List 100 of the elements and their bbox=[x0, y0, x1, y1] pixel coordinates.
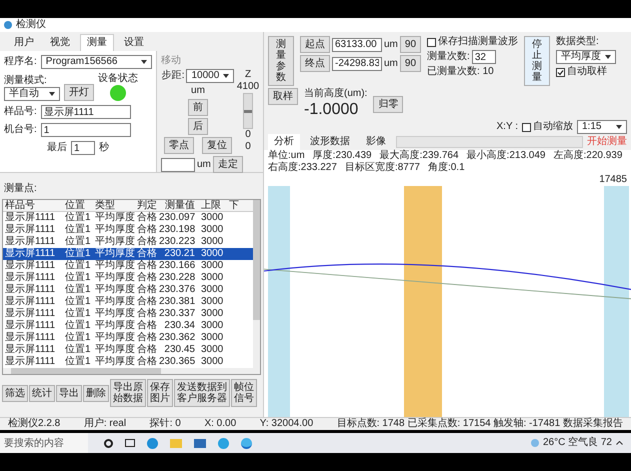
table-row[interactable]: 显示屏1111 位置1 平均厚度 合格 230.228 3000 bbox=[3, 272, 253, 284]
action-button[interactable]: 导出原始数据 bbox=[110, 379, 146, 407]
back-button[interactable]: 后 bbox=[188, 118, 208, 135]
table-row[interactable]: 显示屏1111 位置1 平均厚度 合格 230.337 3000 bbox=[3, 308, 253, 320]
stat-text: 目标区宽度:8777 bbox=[344, 162, 420, 174]
table-cell-text: 3000 bbox=[200, 248, 224, 260]
reset-button[interactable]: 复位 bbox=[202, 137, 232, 154]
program-select[interactable]: Program156566 bbox=[40, 55, 152, 69]
table-cell-text: 合格 bbox=[136, 224, 158, 236]
sample-button[interactable]: 取样 bbox=[268, 88, 298, 105]
chevron-up-icon[interactable] bbox=[616, 441, 623, 445]
data-type-select[interactable]: 平均厚度 bbox=[556, 50, 616, 64]
table-cell-text: 平均厚度 bbox=[94, 344, 135, 356]
coordinate-input[interactable]: 63133.00 bbox=[332, 38, 382, 52]
mode-select[interactable]: 半自动 bbox=[4, 87, 60, 101]
field-label: 测量模式: bbox=[4, 75, 48, 87]
task-view-icon[interactable] bbox=[125, 439, 135, 447]
step-select[interactable]: 10000 bbox=[186, 69, 234, 83]
save-wave-checkbox[interactable]: 保存扫描测量波形 bbox=[427, 36, 518, 48]
action-button[interactable]: 删除 bbox=[83, 384, 109, 402]
forward-button[interactable]: 前 bbox=[188, 99, 208, 116]
light-button[interactable]: 开灯 bbox=[64, 84, 94, 101]
zero-button[interactable]: 归零 bbox=[373, 96, 404, 113]
table-cell-text: 显示屏1111 bbox=[4, 344, 56, 356]
table-row[interactable]: 显示屏1111 位置1 平均厚度 合格 230.198 3000 bbox=[3, 224, 253, 236]
table-row[interactable]: 显示屏1111 位置1 平均厚度 合格 230.097 3000 bbox=[3, 212, 253, 224]
table-row[interactable]: 显示屏1111 位置1 平均厚度 合格 230.365 3000 bbox=[3, 356, 253, 368]
slider-thumb[interactable] bbox=[244, 110, 252, 112]
params-button[interactable]: 测量参数 bbox=[268, 36, 294, 86]
table-cell-text: 合格 bbox=[136, 356, 158, 368]
axis-value: 0 bbox=[245, 141, 251, 153]
search-field[interactable]: 要搜索的内容 bbox=[0, 433, 88, 453]
checkbox-icon[interactable] bbox=[522, 122, 531, 132]
table-row[interactable]: 显示屏1111 位置1 平均厚度 合格 230.223 3000 bbox=[3, 236, 253, 248]
table-cell-text: 平均厚度 bbox=[94, 248, 135, 260]
table-cell-text: 3000 bbox=[200, 284, 224, 296]
status-text: X: 0.00 bbox=[204, 418, 236, 430]
ratio-select[interactable]: 1:15 bbox=[577, 120, 627, 134]
go-button[interactable]: 走定 bbox=[212, 156, 243, 173]
table-row[interactable]: 显示屏1111 位置1 平均厚度 合格 230.21 3000 bbox=[3, 248, 253, 260]
stop-button[interactable]: 停止测量 bbox=[524, 36, 550, 86]
table-cell-text: 位置1 bbox=[64, 356, 92, 368]
tab[interactable]: 测量 bbox=[80, 34, 114, 51]
table-row[interactable]: 显示屏1111 位置1 平均厚度 合格 230.34 3000 bbox=[3, 320, 253, 332]
ratio-label: X:Y : bbox=[496, 121, 518, 133]
sample-input[interactable]: 显示屏1111 bbox=[40, 105, 131, 119]
machine-input[interactable]: 1 bbox=[40, 123, 131, 137]
action-button[interactable]: 保存图片 bbox=[147, 379, 173, 407]
app-logo-icon bbox=[4, 21, 12, 29]
z-slider[interactable] bbox=[243, 93, 253, 129]
field-label: 步距: bbox=[162, 70, 184, 82]
vertical-scrollbar[interactable] bbox=[253, 200, 260, 374]
count-input[interactable]: 32 bbox=[472, 50, 496, 64]
table-cell-text: 位置1 bbox=[64, 224, 92, 236]
tab[interactable]: 用户 bbox=[8, 34, 40, 51]
table-row[interactable]: 显示屏1111 位置1 平均厚度 合格 230.45 3000 bbox=[3, 344, 253, 356]
start-point-button[interactable]: 起点 bbox=[300, 36, 330, 53]
caret-icon bbox=[141, 60, 147, 64]
table-cell-text: 平均厚度 bbox=[94, 212, 135, 224]
action-button[interactable]: 发送数据到客户服务器 bbox=[174, 379, 230, 407]
checkbox-icon[interactable] bbox=[427, 38, 436, 46]
table-cell-text: 230.45 bbox=[163, 344, 196, 356]
table-cell-text: 平均厚度 bbox=[94, 272, 135, 284]
tab[interactable]: 波形数据 bbox=[304, 134, 356, 150]
zero-button[interactable]: 零点 bbox=[164, 137, 194, 154]
table-cell-text: 平均厚度 bbox=[94, 236, 135, 248]
table-cell-text: 位置1 bbox=[64, 344, 92, 356]
table-cell-text: 显示屏1111 bbox=[4, 296, 56, 308]
tab[interactable]: 影像 bbox=[360, 134, 392, 150]
tab[interactable]: 分析 bbox=[268, 134, 300, 150]
column-header: 位置 bbox=[64, 200, 86, 211]
tab[interactable]: 设置 bbox=[118, 34, 150, 51]
table-cell-text: 显示屏1111 bbox=[4, 356, 56, 368]
table-row[interactable]: 显示屏1111 位置1 平均厚度 合格 230.376 3000 bbox=[3, 284, 253, 296]
action-button[interactable]: 帧位信号 bbox=[231, 379, 257, 407]
tab[interactable]: 视觉 bbox=[44, 34, 76, 51]
position-input[interactable] bbox=[161, 158, 195, 172]
table-row[interactable]: 显示屏1111 位置1 平均厚度 合格 230.381 3000 bbox=[3, 296, 253, 308]
go-button[interactable]: 90 bbox=[400, 55, 422, 72]
table-cell-text: 显示屏1111 bbox=[4, 284, 56, 296]
seconds-input[interactable]: 1 bbox=[71, 141, 95, 155]
checkbox-icon[interactable] bbox=[556, 68, 566, 76]
go-button[interactable]: 90 bbox=[400, 36, 422, 53]
column-header: 类型 bbox=[94, 200, 116, 211]
table-cell-text: 位置1 bbox=[64, 212, 92, 224]
measured-count: 已测量次数: 10 bbox=[427, 66, 495, 78]
table-cell-text: 平均厚度 bbox=[94, 296, 135, 308]
table-cell-text: 3000 bbox=[200, 236, 224, 248]
section-label: 测量点: bbox=[4, 183, 37, 194]
table-row[interactable]: 显示屏1111 位置1 平均厚度 合格 230.166 3000 bbox=[3, 260, 253, 272]
auto-scale-checkbox[interactable]: 自动缩放 bbox=[522, 121, 573, 133]
table-row[interactable]: 显示屏1111 位置1 平均厚度 合格 230.362 3000 bbox=[3, 332, 253, 344]
caret-icon bbox=[223, 74, 230, 78]
action-button[interactable]: 筛选 bbox=[2, 384, 28, 402]
horizontal-scrollbar[interactable] bbox=[3, 368, 253, 374]
auto-sample-checkbox[interactable]: 自动取样 bbox=[556, 66, 616, 78]
field-label: 样品号: bbox=[4, 106, 37, 118]
action-button[interactable]: 统计 bbox=[29, 384, 55, 402]
end-point-button[interactable]: 终点 bbox=[300, 55, 330, 72]
action-button[interactable]: 导出 bbox=[56, 384, 82, 402]
